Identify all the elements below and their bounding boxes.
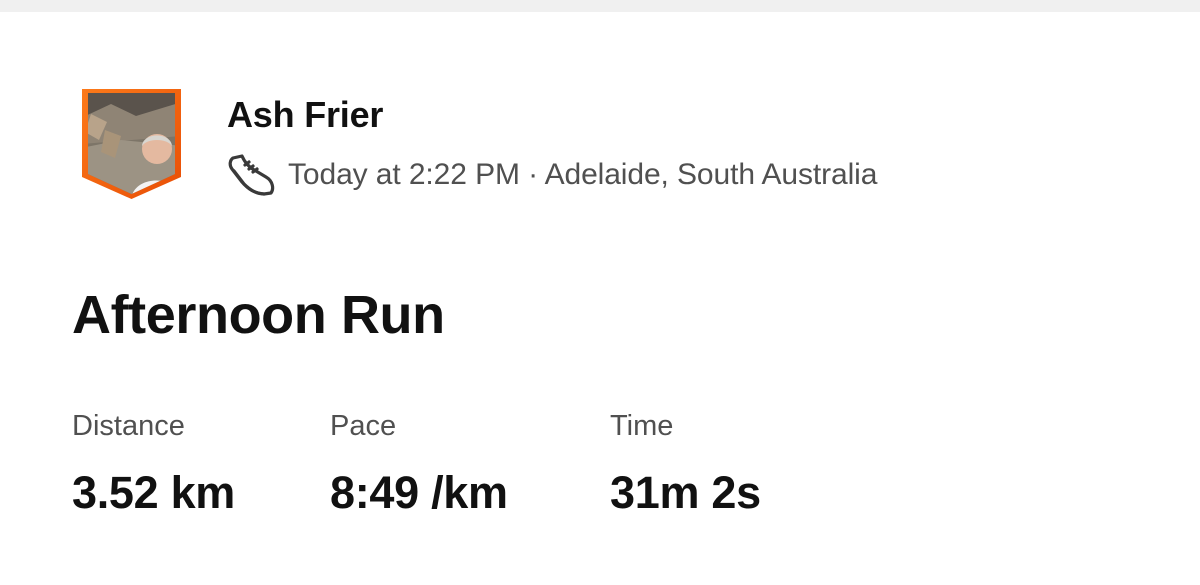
running-shoe-icon bbox=[228, 154, 275, 196]
stat-value: 31m 2s bbox=[610, 467, 761, 518]
activity-meta: Today at 2:22 PM · Adelaide, South Austr… bbox=[226, 152, 877, 198]
stat-distance: Distance 3.52 km bbox=[72, 406, 235, 518]
top-divider bbox=[0, 0, 1200, 12]
stat-value: 3.52 km bbox=[72, 467, 236, 518]
athlete-avatar[interactable] bbox=[81, 88, 182, 200]
athlete-name[interactable]: Ash Frier bbox=[227, 94, 383, 136]
stat-time: Time 31m 2s bbox=[610, 406, 761, 518]
stat-pace: Pace 8:49 /km bbox=[330, 406, 508, 518]
stat-label: Distance bbox=[72, 410, 185, 442]
activity-title[interactable]: Afternoon Run bbox=[72, 282, 445, 348]
stat-value: 8:49 /km bbox=[330, 467, 508, 518]
stat-label: Pace bbox=[330, 410, 397, 442]
activity-time-location: Today at 2:22 PM · Adelaide, South Austr… bbox=[288, 158, 878, 191]
stat-label: Time bbox=[610, 410, 674, 442]
activity-card: Ash Frier Today at 2:22 PM · Adelaide, S… bbox=[0, 0, 1200, 585]
